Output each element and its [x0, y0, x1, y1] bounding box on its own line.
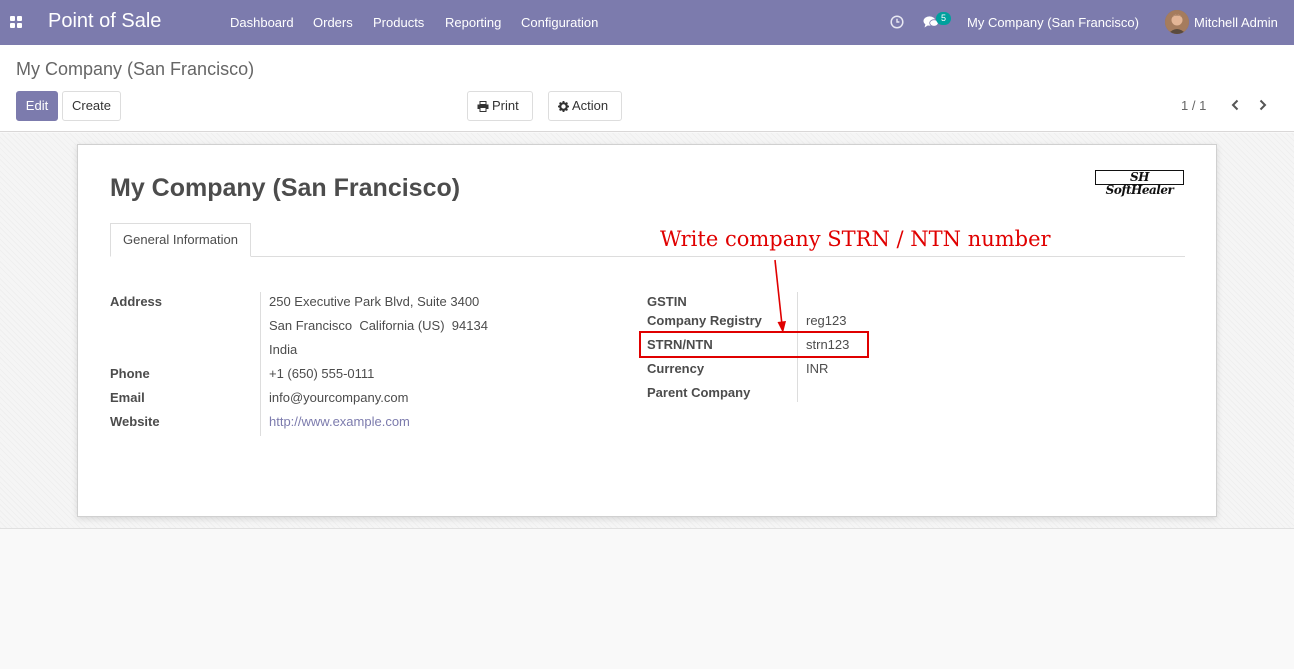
app-title[interactable]: Point of Sale — [48, 10, 161, 33]
annotation-highlight-box — [639, 331, 869, 358]
company-registry-value: reg123 — [806, 313, 847, 328]
chevron-left-icon[interactable] — [1230, 99, 1240, 111]
edit-button[interactable]: Edit — [16, 91, 58, 121]
action-button[interactable]: Action — [548, 91, 622, 121]
pager-value: 1 / 1 — [1181, 98, 1207, 113]
email-label: Email — [110, 390, 145, 405]
menu-products[interactable]: Products — [373, 15, 424, 30]
company-logo: SH SoftHealer — [1095, 170, 1184, 197]
menu-orders[interactable]: Orders — [313, 15, 353, 30]
tab-divider — [110, 256, 1185, 257]
action-label: Action — [572, 98, 609, 113]
print-button[interactable]: Print — [467, 91, 533, 121]
parent-company-label: Parent Company — [647, 385, 751, 400]
annotation-text: Write company STRN / NTN number — [660, 227, 1051, 251]
annotation-arrow — [774, 259, 786, 333]
company-registry-label: Company Registry — [647, 313, 762, 328]
address-country: India — [269, 342, 298, 357]
address-street: 250 Executive Park Blvd, Suite 3400 — [269, 294, 480, 309]
website-label: Website — [110, 414, 160, 429]
user-avatar[interactable] — [1165, 10, 1189, 34]
tab-general-information[interactable]: General Information — [110, 223, 251, 257]
phone-label: Phone — [110, 366, 150, 381]
menu-configuration[interactable]: Configuration — [521, 15, 598, 30]
breadcrumb: My Company (San Francisco) — [16, 59, 255, 79]
messages-badge: 5 — [936, 12, 951, 25]
apps-menu-icon[interactable] — [10, 16, 23, 28]
user-menu[interactable]: Mitchell Admin — [1194, 15, 1278, 30]
company-switcher[interactable]: My Company (San Francisco) — [967, 15, 1139, 30]
website-link[interactable]: http://www.example.com — [269, 414, 410, 429]
menu-dashboard[interactable]: Dashboard — [230, 15, 294, 30]
form-sheet: My Company (San Francisco) SH SoftHealer… — [77, 144, 1217, 517]
field-separator-left — [260, 292, 261, 436]
record-title: My Company (San Francisco) — [110, 174, 461, 202]
activity-clock-icon[interactable] — [890, 15, 904, 29]
chevron-right-icon[interactable] — [1258, 99, 1268, 111]
address-city-state-zip: San Francisco California (US) 94134 — [269, 318, 488, 333]
printer-icon — [477, 101, 489, 112]
create-button[interactable]: Create — [62, 91, 121, 121]
address-label: Address — [110, 294, 163, 309]
email-value: info@yourcompany.com — [269, 390, 409, 405]
currency-value: INR — [806, 361, 829, 376]
currency-label: Currency — [647, 361, 705, 376]
phone-value: +1 (650) 555-0111 — [269, 366, 375, 381]
control-panel: My Company (San Francisco) Edit Create P… — [0, 45, 1294, 132]
print-label: Print — [492, 98, 519, 113]
gear-icon — [558, 101, 569, 112]
menu-reporting[interactable]: Reporting — [445, 15, 501, 30]
gstin-label: GSTIN — [647, 294, 687, 309]
top-navbar: Point of Sale Dashboard Orders Products … — [0, 0, 1294, 45]
